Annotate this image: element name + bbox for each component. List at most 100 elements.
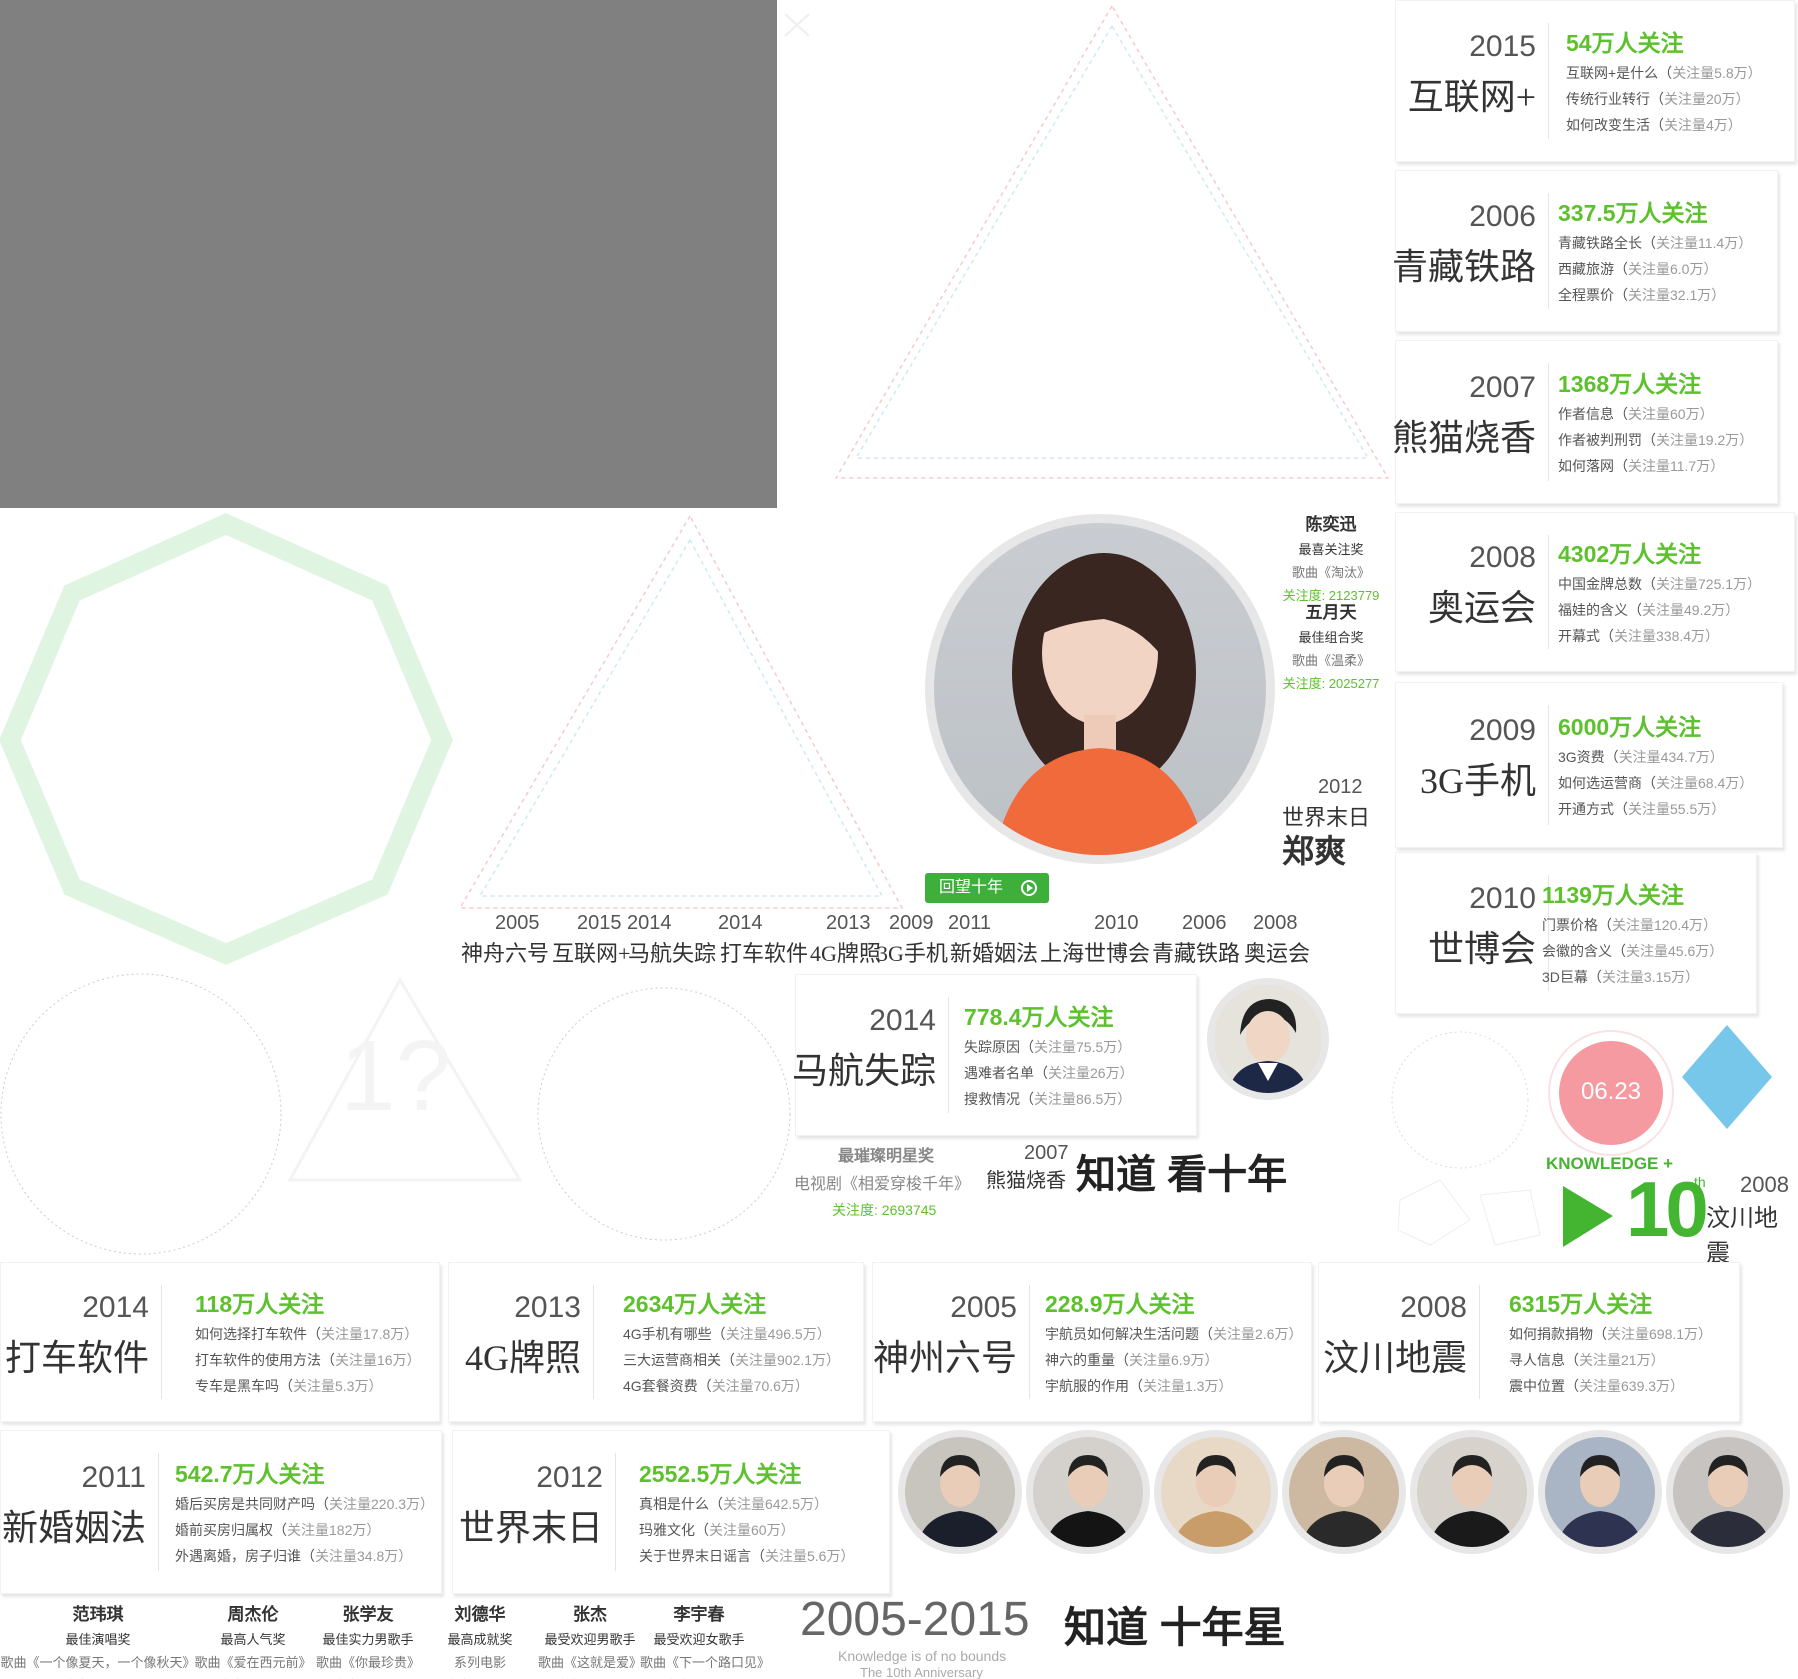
star-avatar[interactable] xyxy=(1282,1430,1406,1554)
portrait-icon xyxy=(994,553,1206,855)
card-item[interactable]: 中国金牌总数（关注量725.1万） xyxy=(1558,571,1761,597)
card-year: 2008 xyxy=(1400,1291,1467,1324)
card-item[interactable]: 福娃的含义（关注量49.2万） xyxy=(1558,597,1761,623)
card-item[interactable]: 玛雅文化（关注量60万） xyxy=(639,1517,854,1543)
star-avatar[interactable] xyxy=(1410,1430,1534,1554)
card-item[interactable]: 失踪原因（关注量75.5万） xyxy=(964,1034,1134,1060)
look-back-button[interactable]: 回望十年 xyxy=(925,873,1049,903)
event-card[interactable]: 2014 打车软件 118万人关注 如何选择打车软件（关注量17.8万） 打车软件… xyxy=(0,1262,440,1422)
card-item[interactable]: 宇航员如何解决生活问题（关注量2.6万） xyxy=(1045,1321,1302,1347)
event-card[interactable]: 2011 新婚姻法 542.7万人关注 婚后买房是共同财产吗（关注量220.3万… xyxy=(0,1430,442,1594)
card-item[interactable]: 西藏旅游（关注量6.0万） xyxy=(1558,256,1752,282)
card-count: 4302万人关注 xyxy=(1558,541,1702,567)
card-item[interactable]: 开通方式（关注量55.5万） xyxy=(1558,796,1753,822)
star-name: 周杰伦 xyxy=(227,1605,279,1624)
star-name: 李宇春 xyxy=(673,1605,725,1624)
card-item[interactable]: 寻人信息（关注量21万） xyxy=(1509,1347,1712,1373)
card-item[interactable]: 作者信息（关注量60万） xyxy=(1558,401,1753,427)
timeline-year-4: 2013 xyxy=(826,912,871,934)
star-entry: 李宇春 最受欢迎女歌手 歌曲《下一个路口见》 关注度: 1543081 xyxy=(640,1600,770,1679)
portrait-icon xyxy=(1557,1455,1643,1547)
event-card[interactable]: 2014 马航失踪 778.4万人关注 失踪原因（关注量75.5万） 遇难者名单（… xyxy=(792,974,1197,1136)
octagon-outline xyxy=(0,513,453,965)
event-card[interactable]: 2010 世博会 1139万人关注 门票价格（关注量120.4万） 会徽的含义（关… xyxy=(1395,852,1757,1014)
card-items: 真相是什么（关注量642.5万） 玛雅文化（关注量60万） 关于世界末日谣言（关注量… xyxy=(639,1491,854,1569)
card-item[interactable]: 3D巨幕（关注量3.15万） xyxy=(1542,964,1723,990)
star-avatar[interactable] xyxy=(1666,1430,1790,1554)
card-heading: 2014 马航失踪 xyxy=(792,975,936,1135)
star-avatar[interactable] xyxy=(1154,1430,1278,1554)
card-item[interactable]: 4G手机有哪些（关注量496.5万） xyxy=(623,1321,840,1347)
featured-avatar[interactable] xyxy=(925,514,1275,864)
card-item[interactable]: 打车软件的使用方法（关注量16万） xyxy=(195,1347,421,1373)
card-item[interactable]: 互联网+是什么（关注量5.8万） xyxy=(1566,60,1762,86)
card-items: 青藏铁路全长（关注量11.4万） 西藏旅游（关注量6.0万） 全程票价（关注量32.… xyxy=(1558,230,1752,308)
card-divider xyxy=(1548,363,1549,481)
card-item[interactable]: 关于世界末日谣言（关注量5.6万） xyxy=(639,1543,854,1569)
card-item[interactable]: 如何落网（关注量11.7万） xyxy=(1558,453,1753,479)
event-card[interactable]: 2012 世界末日 2552.5万人关注 真相是什么（关注量642.5万） 玛雅文… xyxy=(452,1430,890,1594)
event-card[interactable]: 2015 互联网+ 54万人关注 互联网+是什么（关注量5.8万） 传统行业转行（… xyxy=(1395,0,1795,162)
card-item[interactable]: 如何选运营商（关注量68.4万） xyxy=(1558,770,1753,796)
timeline-event-1: 神舟六号 xyxy=(461,941,550,966)
card-event: 世博会 xyxy=(1427,929,1536,969)
timeline-event-10: 奥运会 xyxy=(1244,941,1311,966)
brightest-star-avatar[interactable] xyxy=(1207,978,1329,1100)
timeline-year-7: 2010 xyxy=(1094,912,1139,934)
portrait-icon xyxy=(1173,1455,1259,1547)
card-item[interactable]: 3G资费（关注量434.7万） xyxy=(1558,744,1753,770)
star-avatar[interactable] xyxy=(1538,1430,1662,1554)
card-item[interactable]: 开幕式（关注量338.4万） xyxy=(1558,623,1761,649)
star-fans: 关注度: 1777737 xyxy=(194,1675,312,1679)
card-item[interactable]: 外遇离婚，房子归谁（关注量34.8万） xyxy=(175,1543,434,1569)
timeline-event-7: 新婚姻法 xyxy=(950,941,1039,966)
event-card[interactable]: 2013 4G牌照 2634万人关注 4G手机有哪些（关注量496.5万） 三大运… xyxy=(448,1262,864,1422)
star-fans: 关注度: 1543081 xyxy=(640,1675,758,1679)
timeline-year-6: 2011 xyxy=(948,912,992,934)
card-item[interactable]: 作者被判刑罚（关注量19.2万） xyxy=(1558,427,1753,453)
card-item[interactable]: 震中位置（关注量639.3万） xyxy=(1509,1373,1712,1399)
event-card[interactable]: 2007 熊猫烧香 1368万人关注 作者信息（关注量60万） 作者被判刑罚（关注… xyxy=(1391,340,1778,504)
star-avatar[interactable] xyxy=(1026,1430,1150,1554)
card-year: 2014 xyxy=(869,1004,936,1037)
card-item[interactable]: 婚后买房是共同财产吗（关注量220.3万） xyxy=(175,1491,434,1517)
card-year: 2015 xyxy=(1469,30,1536,63)
event-card[interactable]: 2008 奥运会 4302万人关注 中国金牌总数（关注量725.1万） 福娃的含义… xyxy=(1395,512,1795,672)
star-award: 最佳演唱奖 xyxy=(65,1632,131,1647)
card-item[interactable]: 搜救情况（关注量86.5万） xyxy=(964,1086,1134,1112)
star-avatar[interactable] xyxy=(898,1430,1022,1554)
card-item[interactable]: 会徽的含义（关注量45.6万） xyxy=(1542,938,1723,964)
card-item[interactable]: 婚前买房归属权（关注量182万） xyxy=(175,1517,434,1543)
star-entry: 刘德华 最高成就奖 系列电影 关注度: 1985583 xyxy=(428,1600,532,1679)
brightest-award: 最璀璨明星奖 xyxy=(838,1148,935,1165)
event-card[interactable]: 2009 3G手机 6000万人关注 3G资费（关注量434.7万） 如何选运营商… xyxy=(1395,682,1783,848)
card-item[interactable]: 如何捐款捐物（关注量698.1万） xyxy=(1509,1321,1712,1347)
card-item[interactable]: 三大运营商相关（关注量902.1万） xyxy=(623,1347,840,1373)
card-item[interactable]: 如何选择打车软件（关注量17.8万） xyxy=(195,1321,421,1347)
card-item[interactable]: 真相是什么（关注量642.5万） xyxy=(639,1491,854,1517)
card-item[interactable]: 神六的重量（关注量6.9万） xyxy=(1045,1347,1302,1373)
card-item[interactable]: 4G套餐资费（关注量70.6万） xyxy=(623,1373,840,1399)
event-card[interactable]: 2005 神州六号 228.9万人关注 宇航员如何解决生活问题（关注量2.6万）… xyxy=(872,1262,1312,1422)
card-item[interactable]: 青藏铁路全长（关注量11.4万） xyxy=(1558,230,1752,256)
card-year: 2008 xyxy=(1469,541,1536,574)
card-year: 2005 xyxy=(950,1291,1017,1324)
card-item[interactable]: 遇难者名单（关注量26万） xyxy=(964,1060,1134,1086)
card-item[interactable]: 传统行业转行（关注量20万） xyxy=(1566,86,1762,112)
svg-text:1?: 1? xyxy=(340,1020,451,1132)
card-item[interactable]: 宇航服的作用（关注量1.3万） xyxy=(1045,1373,1302,1399)
timeline-event-8: 上海世博会 xyxy=(1040,941,1151,966)
star-song: 歌曲《你最珍贵》 xyxy=(315,1655,420,1670)
timeline-year-5: 2009 xyxy=(889,912,934,934)
card-item[interactable]: 门票价格（关注量120.4万） xyxy=(1542,912,1723,938)
star-name: 张学友 xyxy=(342,1605,394,1624)
card-item[interactable]: 全程票价（关注量32.1万） xyxy=(1558,282,1752,308)
card-event: 熊猫烧香 xyxy=(1391,418,1536,458)
card-item[interactable]: 如何改变生活（关注量4万） xyxy=(1566,112,1762,138)
card-item[interactable]: 专车是黑车吗（关注量5.3万） xyxy=(195,1373,421,1399)
event-card[interactable]: 2008 汶川地震 6315万人关注 如何捐款捐物（关注量698.1万） 寻人信息… xyxy=(1318,1262,1740,1422)
side-star-2: 五月天 最佳组合奖 歌曲《温柔》 关注度: 2025277 xyxy=(1282,603,1380,691)
look-back-label: 回望十年 xyxy=(939,879,1004,896)
event-card[interactable]: 2006 青藏铁路 337.5万人关注 青藏铁路全长（关注量11.4万） 西藏旅游… xyxy=(1392,170,1778,332)
card-event: 马航失踪 xyxy=(791,1051,936,1091)
